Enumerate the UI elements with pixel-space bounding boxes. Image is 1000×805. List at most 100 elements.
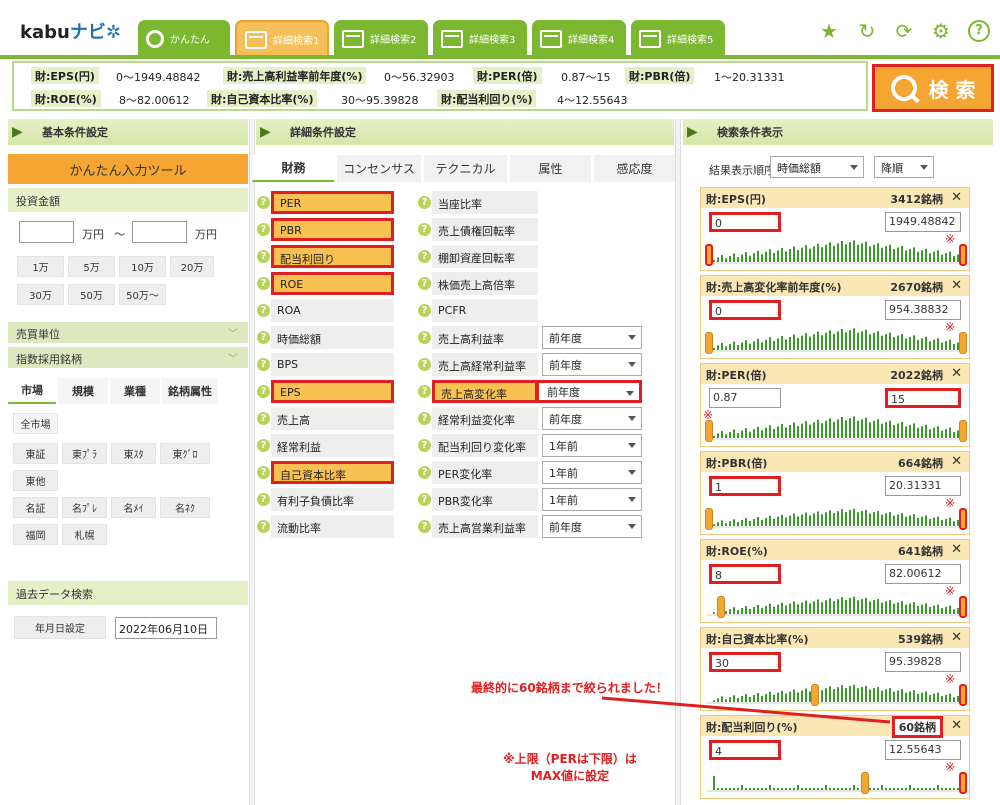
tab-consensus[interactable]: コンセンサス — [336, 155, 421, 182]
help-icon[interactable]: ? — [257, 331, 270, 344]
criteria-item[interactable]: PBR変化率 — [432, 488, 538, 511]
order-select[interactable]: 時価総額 — [770, 156, 864, 178]
slider-max-handle[interactable] — [959, 332, 967, 354]
tab-sensitivity[interactable]: 感応度 — [593, 155, 675, 182]
amount-button[interactable]: 20万 — [170, 256, 214, 277]
range-min-input[interactable]: 8 — [709, 564, 781, 584]
help-icon[interactable]: ? — [257, 250, 270, 263]
market-button[interactable]: 名ﾌﾟﾚ — [62, 497, 107, 518]
close-icon[interactable]: ✕ — [951, 278, 962, 293]
period-select[interactable]: 1年前 — [542, 461, 642, 484]
help-icon[interactable]: ? — [418, 331, 431, 344]
market-button[interactable]: 名ﾈｸ — [160, 497, 210, 518]
help-icon[interactable]: ? — [418, 196, 431, 209]
criteria-item[interactable]: PER — [271, 191, 394, 214]
range-min-input[interactable]: 0.87 — [709, 388, 781, 408]
tab-attribute[interactable]: 属性 — [509, 155, 591, 182]
amount-button[interactable]: 10万 — [119, 256, 166, 277]
slider-max-handle[interactable] — [959, 508, 967, 530]
slider-min-handle[interactable] — [717, 596, 725, 618]
help-icon[interactable]: ? — [418, 385, 431, 398]
market-button[interactable]: 札幌 — [62, 524, 107, 545]
slider-max-handle[interactable] — [959, 772, 967, 794]
tab-detail-3[interactable]: 詳細検索3 — [433, 20, 527, 57]
search-button[interactable]: 検 索 — [872, 64, 994, 112]
sync-icon[interactable]: ⟳ — [893, 20, 915, 42]
criteria-item[interactable]: BPS — [271, 353, 394, 376]
close-icon[interactable]: ✕ — [951, 542, 962, 557]
help-icon[interactable]: ? — [257, 196, 270, 209]
slider-max-handle[interactable] — [959, 596, 967, 618]
criteria-item[interactable]: PBR — [271, 218, 394, 241]
help-icon[interactable]: ? — [418, 223, 431, 236]
range-max-input[interactable]: 954.38832 — [885, 300, 961, 320]
period-select[interactable]: 前年度 — [536, 380, 642, 403]
criteria-item[interactable]: 売上高営業利益率 — [432, 515, 538, 538]
period-select[interactable]: 1年前 — [542, 488, 642, 511]
invest-min-input[interactable] — [19, 221, 74, 243]
criteria-item[interactable]: 経常利益 — [271, 434, 394, 457]
tab-detail-5[interactable]: 詳細検索5 — [631, 20, 725, 57]
help-icon[interactable]: ? — [418, 412, 431, 425]
gear-icon[interactable]: ⚙ — [930, 20, 952, 42]
range-max-input[interactable]: 20.31331 — [885, 476, 961, 496]
amount-button[interactable]: 5万 — [68, 256, 115, 277]
slider-min-handle[interactable] — [705, 332, 713, 354]
date-setting-button[interactable]: 年月日設定 — [14, 616, 106, 639]
help-icon[interactable]: ? — [257, 466, 270, 479]
close-icon[interactable]: ✕ — [951, 366, 962, 381]
amount-button[interactable]: 50万〜 — [119, 284, 166, 305]
tab-financial[interactable]: 財務 — [252, 155, 334, 182]
criteria-item[interactable]: 配当利回り変化率 — [432, 434, 538, 457]
easy-input-tool-button[interactable]: かんたん入力ツール — [8, 154, 248, 184]
criteria-item[interactable]: ROA — [271, 299, 394, 322]
range-max-input[interactable]: 82.00612 — [885, 564, 961, 584]
slider-min-handle[interactable] — [861, 772, 869, 794]
range-max-input[interactable]: 95.39828 — [885, 652, 961, 672]
help-icon[interactable]: ? — [257, 304, 270, 317]
help-icon[interactable]: ? — [257, 223, 270, 236]
market-button[interactable]: 東ｽﾀ — [111, 443, 156, 464]
criteria-item[interactable]: 売上高変化率 — [432, 380, 538, 403]
range-min-input[interactable]: 1 — [709, 476, 781, 496]
help-icon[interactable]: ? — [418, 304, 431, 317]
criteria-item[interactable]: PER変化率 — [432, 461, 538, 484]
criteria-item[interactable]: 売上債権回転率 — [432, 218, 538, 241]
help-icon[interactable]: ? — [418, 358, 431, 371]
tab-detail-1[interactable]: 詳細検索1 — [235, 20, 329, 57]
amount-button[interactable]: 1万 — [17, 256, 64, 277]
slider-max-handle[interactable] — [959, 684, 967, 706]
help-icon[interactable]: ? — [257, 412, 270, 425]
star-icon[interactable]: ★ — [818, 20, 840, 42]
period-select[interactable]: 前年度 — [542, 407, 642, 430]
slider-min-handle[interactable] — [705, 244, 713, 266]
logo[interactable]: kabuナビ✲ — [20, 18, 121, 44]
criteria-item[interactable]: 有利子負債比率 — [271, 488, 394, 511]
amount-button[interactable]: 30万 — [17, 284, 64, 305]
range-min-input[interactable]: 4 — [709, 740, 781, 760]
help-icon[interactable]: ? — [418, 520, 431, 533]
help-icon[interactable]: ? — [257, 439, 270, 452]
market-button[interactable]: 福岡 — [13, 524, 58, 545]
invest-max-input[interactable] — [132, 221, 187, 243]
range-min-input[interactable]: 30 — [709, 652, 781, 672]
slider-min-handle[interactable] — [705, 508, 713, 530]
criteria-item[interactable]: 株価売上高倍率 — [432, 272, 538, 295]
tab-scale[interactable]: 規模 — [58, 378, 108, 404]
tab-industry[interactable]: 業種 — [110, 378, 160, 404]
market-button[interactable]: 名証 — [13, 497, 58, 518]
help-icon[interactable]: ? — [257, 277, 270, 290]
market-button[interactable]: 名ﾒｲ — [111, 497, 156, 518]
tab-technical[interactable]: テクニカル — [423, 155, 507, 182]
direction-select[interactable]: 降順 — [874, 156, 934, 178]
tab-market[interactable]: 市場 — [8, 378, 56, 404]
criteria-item[interactable]: 自己資本比率 — [271, 461, 394, 484]
trade-unit-header[interactable]: 売買単位 ﹀ — [8, 321, 248, 343]
period-select[interactable]: 前年度 — [542, 353, 642, 376]
market-button[interactable]: 東他 — [13, 470, 58, 491]
criteria-item[interactable]: 経常利益変化率 — [432, 407, 538, 430]
help-icon[interactable]: ? — [257, 358, 270, 371]
close-icon[interactable]: ✕ — [951, 454, 962, 469]
help-icon[interactable]: ? — [418, 250, 431, 263]
period-select[interactable]: 前年度 — [542, 515, 642, 538]
